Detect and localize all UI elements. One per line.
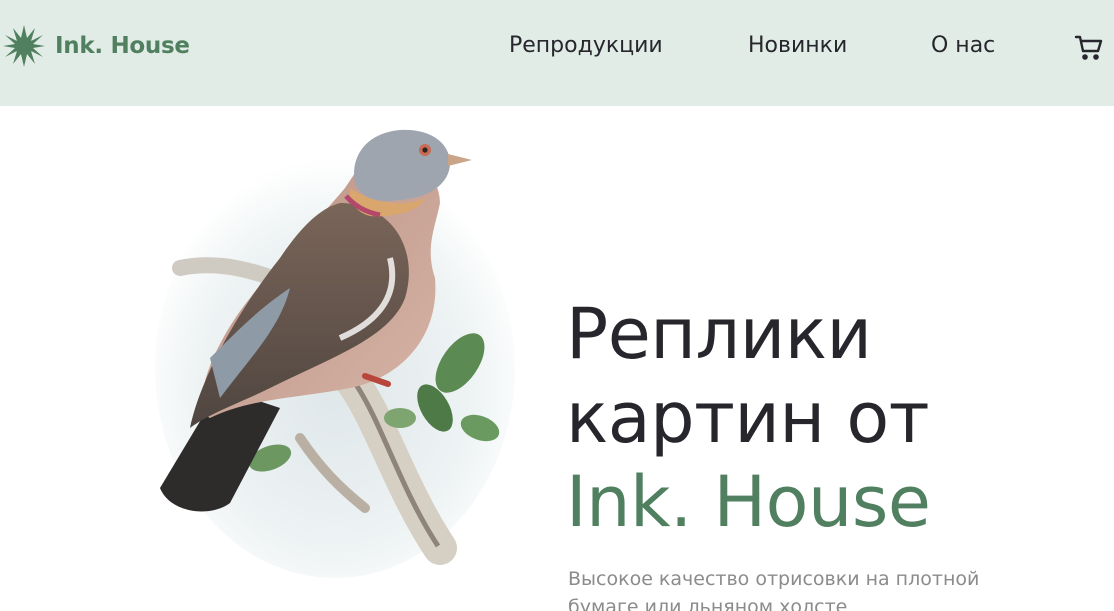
nav-link-new[interactable]: Новинки <box>748 33 847 58</box>
site-header: Ink. House Репродукции Новинки О нас <box>0 0 1114 106</box>
logo-text: Ink. House <box>55 33 190 59</box>
hero-title-line-2: картин от <box>566 377 930 459</box>
pigeon-illustration <box>150 108 520 578</box>
hero-title-line-1: Реплики <box>566 293 872 375</box>
nav-link-reproductions[interactable]: Репродукции <box>509 33 663 58</box>
cart-icon[interactable] <box>1074 32 1104 62</box>
hero-title: Реплики картин от Ink. House <box>566 292 1086 544</box>
starburst-logo-icon <box>2 24 46 68</box>
hero-description: Высокое качество отрисовки на плотной бу… <box>568 568 980 611</box>
logo-link[interactable]: Ink. House <box>2 24 190 68</box>
nav-link-about[interactable]: О нас <box>931 33 995 58</box>
hero-title-accent: Ink. House <box>566 461 931 543</box>
